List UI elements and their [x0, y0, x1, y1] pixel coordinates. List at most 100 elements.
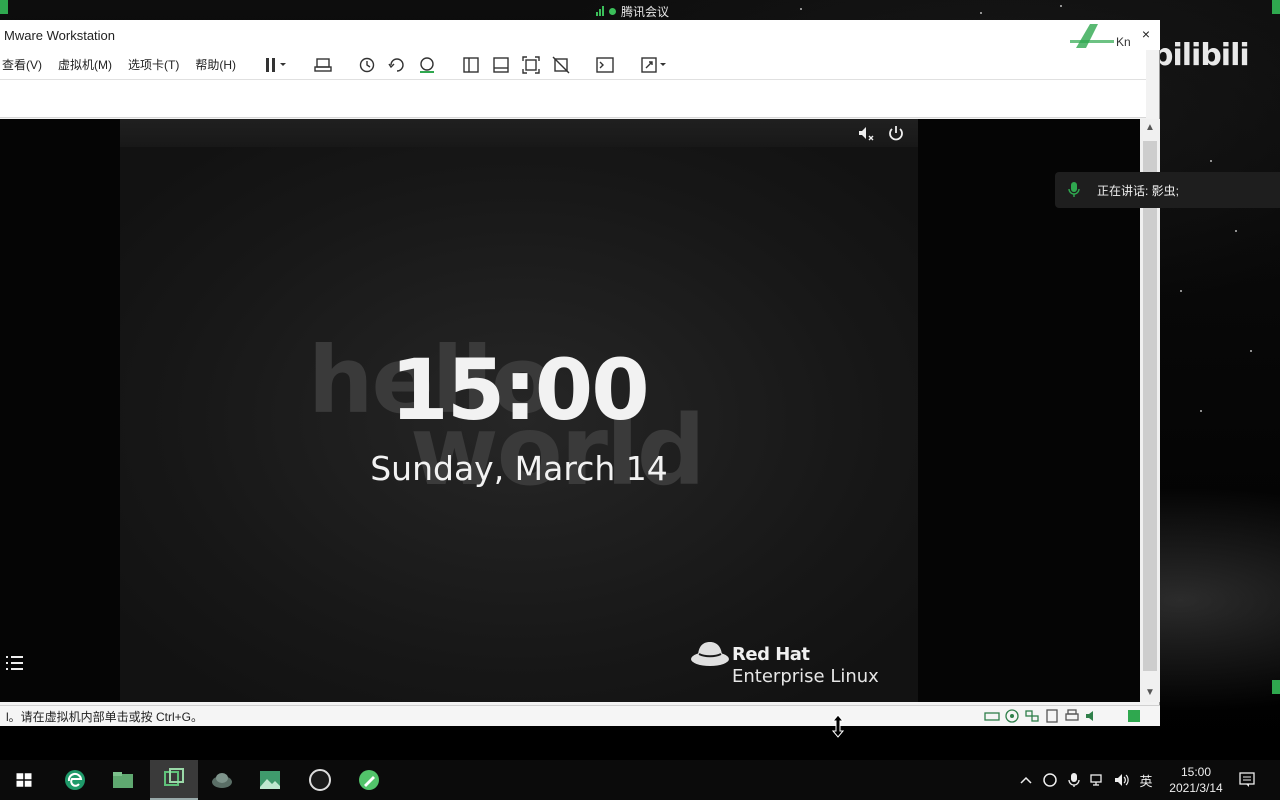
list-menu-icon[interactable] — [6, 655, 24, 671]
recording-dot-icon — [609, 7, 616, 15]
full-screen-icon — [522, 56, 540, 74]
taskbar-clock[interactable]: 15:00 2021/3/14 — [1158, 764, 1234, 796]
tab-strip — [0, 80, 1146, 118]
title-bar[interactable]: Mware Workstation Kn × — [0, 20, 1160, 50]
edge-icon — [65, 770, 85, 790]
sound-card-icon[interactable] — [1084, 708, 1100, 724]
full-screen-button[interactable] — [517, 53, 545, 77]
red-hat-logo-icon — [691, 642, 729, 666]
snapshot-manager-icon — [420, 57, 434, 73]
thumbnail-bar-button[interactable] — [487, 53, 515, 77]
lock-screen-time: 15:00 — [390, 341, 649, 439]
revert-snapshot-icon — [388, 58, 404, 72]
taskbar-photos[interactable] — [246, 760, 294, 800]
guest-lock-screen[interactable]: hello world 15:00 Sunday, March 14 Red H… — [120, 119, 918, 702]
guest-top-bar — [120, 119, 918, 147]
scroll-down-arrow-icon[interactable]: ▼ — [1140, 684, 1160, 702]
notification-icon — [1239, 772, 1255, 787]
taskbar-whiteboard[interactable] — [345, 760, 393, 800]
unity-button[interactable] — [547, 53, 575, 77]
photos-icon — [260, 771, 280, 789]
status-hint-text: l。请在虚拟机内部单击或按 Ctrl+G。 — [6, 709, 204, 724]
show-hidden-icons-button[interactable] — [1014, 760, 1038, 800]
taskbar-file-explorer[interactable] — [99, 760, 147, 800]
action-center-button[interactable] — [1232, 760, 1262, 800]
console-view-button[interactable] — [591, 53, 619, 77]
speaking-label: 正在讲话: 影虫; — [1097, 183, 1180, 198]
network-adapter-icon[interactable] — [1024, 708, 1040, 724]
chevron-up-icon — [1020, 776, 1032, 784]
windows-start-icon — [16, 773, 32, 787]
taskbar-obs[interactable] — [296, 760, 344, 800]
show-library-button[interactable] — [457, 53, 485, 77]
vmware-icon — [164, 768, 184, 786]
scroll-up-arrow-icon[interactable]: ▲ — [1140, 119, 1160, 137]
show-library-icon — [463, 57, 479, 73]
taskbar-edge[interactable] — [51, 760, 99, 800]
pause-button[interactable] — [257, 53, 293, 77]
usb-device-icon[interactable] — [1044, 708, 1060, 724]
menu-view[interactable]: 查看(V) — [0, 56, 50, 73]
vm-console[interactable]: hello world 15:00 Sunday, March 14 Red H… — [0, 119, 1140, 702]
taskbar-vmware[interactable] — [150, 760, 198, 800]
tencent-icon — [212, 773, 232, 788]
device-status-icons — [984, 708, 1142, 724]
cd-dvd-icon[interactable] — [1004, 708, 1020, 724]
unity-icon — [552, 56, 570, 74]
hard-disk-icon[interactable] — [984, 708, 1000, 724]
obs-icon — [309, 769, 331, 791]
speaking-indicator: 正在讲话: 影虫; — [1055, 172, 1280, 208]
snapshot-button[interactable] — [353, 53, 381, 77]
microphone-icon — [1068, 182, 1080, 197]
red-hat-brand-name: Red Hat — [732, 644, 810, 665]
input-method-indicator[interactable]: 英 — [1134, 771, 1158, 790]
tray-microphone-button[interactable] — [1062, 760, 1086, 800]
status-bar: l。请在虚拟机内部单击或按 Ctrl+G。 — [0, 705, 1160, 726]
pause-icon — [266, 58, 286, 72]
snapshot-icon — [359, 57, 375, 73]
whiteboard-icon — [359, 770, 379, 790]
svg-text:Kn: Kn — [1116, 35, 1131, 49]
taskbar: 英 15:00 2021/3/14 — [0, 760, 1280, 800]
console-icon — [596, 57, 614, 73]
power-icon[interactable] — [886, 123, 906, 143]
menu-help[interactable]: 帮助(H) — [187, 56, 244, 73]
microphone-icon — [1068, 773, 1080, 787]
taskbar-date: 2021/3/14 — [1169, 781, 1223, 795]
file-explorer-icon — [113, 772, 133, 788]
menu-tabs[interactable]: 选项卡(T) — [120, 56, 187, 73]
message-log-icon[interactable] — [1126, 708, 1142, 724]
scrollbar-thumb[interactable] — [1143, 141, 1157, 671]
revert-snapshot-button[interactable] — [383, 53, 411, 77]
send-ctrl-alt-del-button[interactable] — [309, 53, 337, 77]
taskbar-tencent[interactable] — [198, 760, 246, 800]
volume-icon — [1115, 774, 1129, 786]
stretch-guest-button[interactable] — [635, 53, 675, 77]
signal-icon — [596, 6, 604, 16]
network-icon — [1090, 774, 1102, 786]
thumbnail-bar-icon — [493, 57, 509, 73]
window-edge-marker — [1272, 680, 1280, 694]
record-circle-icon — [1043, 773, 1057, 787]
send-ctrl-alt-del-icon — [314, 58, 332, 72]
printer-icon[interactable] — [1064, 708, 1080, 724]
lock-screen-date: Sunday, March 14 — [370, 449, 668, 488]
resize-cursor-icon — [832, 714, 844, 738]
window-edge-marker — [1272, 0, 1280, 14]
tencent-meeting-indicator[interactable]: 腾讯会议 — [596, 2, 669, 20]
window-edge-marker — [0, 0, 8, 14]
window-title: Mware Workstation — [4, 27, 116, 43]
tray-record-button[interactable] — [1038, 760, 1062, 800]
tencent-meeting-label: 腾讯会议 — [621, 4, 670, 19]
toolbar — [256, 51, 676, 79]
vmware-window: Mware Workstation Kn × 查看(V) 虚拟机(M) 选项卡(… — [0, 20, 1160, 726]
tray-volume-button[interactable] — [1110, 760, 1134, 800]
taskbar-time: 15:00 — [1180, 765, 1212, 779]
menu-vm[interactable]: 虚拟机(M) — [50, 56, 120, 73]
start-button[interactable] — [0, 760, 48, 800]
snapshot-manager-button[interactable] — [413, 53, 441, 77]
knowledge-logo-icon: Kn — [1070, 24, 1131, 49]
close-button[interactable]: × — [1136, 24, 1156, 44]
volume-muted-icon[interactable] — [856, 123, 876, 143]
tray-network-button[interactable] — [1086, 760, 1110, 800]
